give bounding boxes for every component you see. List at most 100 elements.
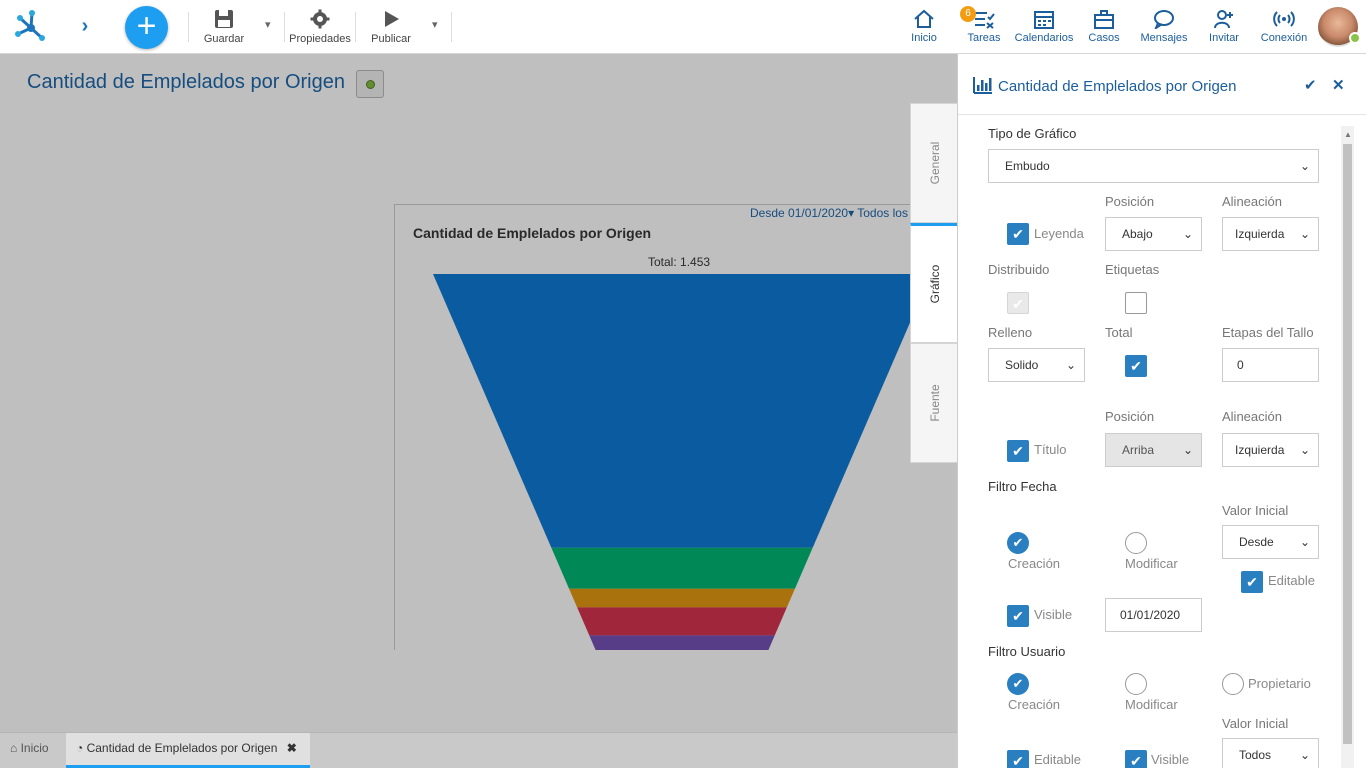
valor-inicial-select[interactable]: Desde ⌄ — [1222, 525, 1319, 559]
select-value: Izquierda — [1235, 227, 1285, 241]
total-checkbox[interactable]: ✔ — [1125, 355, 1147, 377]
panel-scrollbar[interactable]: ▲ — [1341, 126, 1354, 768]
visible-label: Visible — [1151, 752, 1190, 767]
page-title: Cantidad de Emplelados por Origen — [27, 71, 345, 93]
select-value: Desde — [1239, 535, 1274, 549]
floppy-icon — [203, 8, 245, 30]
funnel-stage-1[interactable] — [433, 274, 914, 548]
editable-label: Editable — [1268, 573, 1315, 588]
nav-inicio[interactable]: Inicio — [904, 8, 944, 44]
chart-tab-icon: ◔ — [76, 741, 84, 755]
tipo-grafico-select[interactable]: Embudo ⌄ — [988, 149, 1319, 183]
properties-button[interactable]: Propiedades — [289, 8, 351, 45]
save-button[interactable]: Guardar — [203, 8, 245, 45]
usuario-visible-checkbox[interactable]: ✔ — [1125, 750, 1147, 768]
panel-title: Cantidad de Emplelados por Origen — [998, 78, 1237, 95]
titulo-checkbox[interactable]: ✔ — [1007, 440, 1029, 462]
nav-calendarios[interactable]: Calendarios — [1013, 8, 1075, 44]
nav-label: Conexión — [1260, 32, 1308, 44]
chart-card: Desde 01/01/2020▾ Todos los Cantidad de … — [394, 204, 914, 650]
titulo-alineacion-label: Alineación — [1222, 409, 1282, 424]
nav-label: Mensajes — [1140, 32, 1188, 44]
nav-label: Casos — [1088, 32, 1120, 44]
bar-chart-icon — [973, 77, 992, 94]
select-value: Embudo — [1005, 159, 1050, 173]
nav-label: Invitar — [1209, 32, 1239, 44]
modificar-label: Modificar — [1125, 697, 1178, 712]
filtro-usuario-label: Filtro Usuario — [988, 644, 1066, 659]
expand-chevron-icon[interactable]: › — [76, 14, 94, 38]
close-icon[interactable]: ✕ — [1332, 76, 1345, 94]
tab-grafico[interactable]: Gráfico — [910, 223, 958, 343]
fecha-editable-checkbox[interactable]: ✔ — [1241, 571, 1263, 593]
tab-fuente[interactable]: Fuente — [910, 343, 958, 463]
properties-panel: Cantidad de Emplelados por Origen ✔ ✕ ▲ … — [957, 54, 1366, 768]
titulo-alineacion-select[interactable]: Izquierda ⌄ — [1222, 433, 1319, 467]
funnel-stage-5[interactable] — [589, 635, 775, 650]
publish-button[interactable]: Publicar — [368, 8, 414, 45]
fecha-input[interactable]: 01/01/2020 — [1105, 598, 1202, 632]
relleno-select[interactable]: Solido ⌄ — [988, 348, 1085, 382]
etiquetas-checkbox[interactable] — [1125, 292, 1147, 314]
confirm-check-icon[interactable]: ✔ — [1304, 76, 1317, 94]
nav-label: Tareas — [967, 32, 1001, 44]
calendar-icon — [1013, 8, 1075, 30]
chevron-down-icon: ⌄ — [1182, 443, 1193, 457]
gear-icon — [289, 8, 351, 30]
tab-inicio[interactable]: ⌂ Inicio — [0, 733, 64, 768]
close-icon[interactable]: ✖ — [287, 741, 297, 755]
nav-conexion[interactable]: Conexión — [1258, 8, 1310, 44]
usuario-editable-checkbox[interactable]: ✔ — [1007, 750, 1029, 768]
leyenda-alineacion-select[interactable]: Izquierda ⌄ — [1222, 217, 1319, 251]
publish-label: Publicar — [371, 33, 411, 45]
select-value: Todos — [1239, 748, 1272, 762]
nav-casos[interactable]: Casos — [1084, 8, 1124, 44]
chevron-down-icon: ⌄ — [1299, 159, 1310, 173]
fecha-creacion-radio[interactable]: ✔ — [1007, 532, 1029, 554]
etapas-tallo-label: Etapas del Tallo — [1222, 325, 1314, 340]
panel-header: Cantidad de Emplelados por Origen ✔ ✕ — [958, 54, 1366, 115]
fecha-visible-checkbox[interactable]: ✔ — [1007, 605, 1029, 627]
nav-invitar[interactable]: Invitar — [1204, 8, 1244, 44]
usuario-modificar-radio[interactable] — [1125, 673, 1147, 695]
tab-chart[interactable]: ◔ Cantidad de Emplelados por Origen ✖ — [66, 733, 310, 768]
select-value: Arriba — [1122, 443, 1155, 457]
scroll-up-icon[interactable]: ▲ — [1344, 130, 1352, 139]
divider — [188, 12, 189, 42]
add-button[interactable]: + — [125, 6, 168, 49]
filtro-fecha-label: Filtro Fecha — [988, 479, 1057, 494]
etapas-tallo-input[interactable]: 0 — [1222, 348, 1319, 382]
funnel-stage-2[interactable] — [551, 547, 813, 589]
chevron-down-icon: ⌄ — [1065, 358, 1076, 372]
tab-general[interactable]: General — [910, 103, 958, 223]
invite-user-icon — [1204, 8, 1244, 30]
valor-inicial-label: Valor Inicial — [1222, 716, 1289, 731]
distribuido-checkbox: ✔ — [1007, 292, 1029, 314]
tipo-grafico-label: Tipo de Gráfico — [988, 126, 1077, 141]
connection-icon — [1258, 8, 1310, 30]
top-toolbar: › + Guardar ▾ Propiedades Publicar ▾ Ini… — [0, 0, 1366, 54]
app-logo-icon[interactable] — [12, 8, 50, 46]
valor-inicial-usuario-select[interactable]: Todos ⌄ — [1222, 738, 1319, 768]
nav-tareas[interactable]: 6 Tareas — [960, 6, 1004, 44]
modificar-label: Modificar — [1125, 556, 1178, 571]
property-side-tabs: General Gráfico Fuente — [910, 103, 958, 463]
leyenda-posicion-select[interactable]: Abajo ⌄ — [1105, 217, 1202, 251]
usuario-creacion-radio[interactable]: ✔ — [1007, 673, 1029, 695]
nav-mensajes[interactable]: Mensajes — [1138, 8, 1190, 44]
scrollbar-thumb[interactable] — [1343, 144, 1352, 744]
save-dropdown-chevron-icon[interactable]: ▾ — [265, 18, 277, 31]
usuario-propietario-radio[interactable] — [1222, 673, 1244, 695]
tab-label: Inicio — [20, 741, 49, 755]
divider — [355, 12, 356, 42]
funnel-stage-4[interactable] — [577, 607, 787, 636]
select-value: Abajo — [1122, 227, 1153, 241]
status-toggle-button[interactable] — [356, 70, 384, 98]
relleno-label: Relleno — [988, 325, 1033, 340]
publish-dropdown-chevron-icon[interactable]: ▾ — [432, 18, 444, 31]
fecha-modificar-radio[interactable] — [1125, 532, 1147, 554]
status-dot-icon — [366, 80, 375, 89]
funnel-stage-3[interactable] — [569, 588, 795, 608]
leyenda-checkbox[interactable]: ✔ — [1007, 223, 1029, 245]
chevron-down-icon: ⌄ — [1182, 227, 1193, 241]
